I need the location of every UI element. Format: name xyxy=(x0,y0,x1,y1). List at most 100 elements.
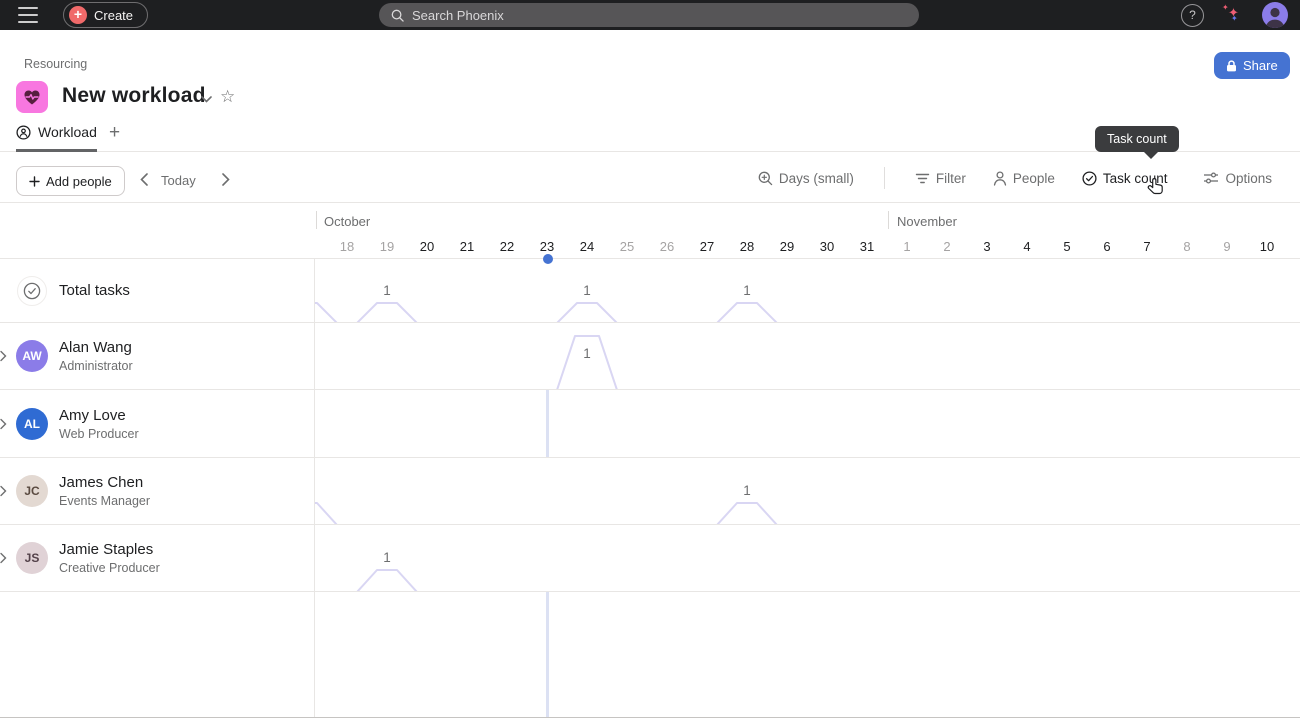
person-avatar[interactable]: JS xyxy=(16,542,48,574)
empty-row xyxy=(0,592,1300,718)
workload-chart-cell[interactable] xyxy=(315,592,1300,717)
task-count-tooltip: Task count xyxy=(1095,126,1179,152)
workload-gauge-icon xyxy=(16,125,31,140)
expand-chevron-icon[interactable] xyxy=(0,418,12,429)
day-label: 22 xyxy=(500,239,514,254)
search-icon xyxy=(391,9,404,22)
plus-icon xyxy=(29,176,40,187)
month-label-november: November xyxy=(897,214,957,229)
favorite-star-icon[interactable]: ☆ xyxy=(220,87,235,107)
filter-label: Filter xyxy=(936,171,966,186)
person-row: AWAlan WangAdministrator1 xyxy=(0,323,1300,390)
day-label: 5 xyxy=(1063,239,1070,254)
day-label: 10 xyxy=(1260,239,1274,254)
task-count-peak xyxy=(557,336,617,389)
day-label: 24 xyxy=(580,239,594,254)
task-count-value: 1 xyxy=(743,483,751,498)
page-title: New workload xyxy=(62,84,206,108)
person-avatar[interactable]: JC xyxy=(16,475,48,507)
project-icon[interactable] xyxy=(16,81,48,113)
task-count-peak xyxy=(357,303,417,322)
day-label: 2 xyxy=(943,239,950,254)
day-label: 25 xyxy=(620,239,634,254)
create-button[interactable]: + Create xyxy=(63,2,148,28)
task-count-value: 1 xyxy=(583,283,591,298)
total-tasks-label: Total tasks xyxy=(59,282,130,299)
user-avatar[interactable] xyxy=(1262,2,1288,28)
toolbar: Add people Today Days (small) Filter Peo… xyxy=(0,152,1300,203)
add-people-button[interactable]: Add people xyxy=(16,166,125,196)
month-label-october: October xyxy=(324,214,370,229)
help-icon[interactable]: ? xyxy=(1181,4,1204,27)
options-button[interactable]: Options xyxy=(1203,164,1272,192)
today-button[interactable]: Today xyxy=(161,173,196,188)
person-role: Events Manager xyxy=(59,494,150,508)
workload-chart-cell[interactable]: 111 xyxy=(315,259,1300,322)
timeline-header: October November 18192021222324252627282… xyxy=(0,203,1300,259)
add-people-label: Add people xyxy=(46,174,112,189)
row-header-cell: ALAmy LoveWeb Producer xyxy=(0,390,315,457)
expand-chevron-icon[interactable] xyxy=(0,486,12,497)
workload-chart-cell[interactable]: 1 xyxy=(315,323,1300,389)
options-label: Options xyxy=(1225,171,1272,186)
hamburger-menu-icon[interactable] xyxy=(18,7,38,23)
topbar-right: ? ✦✦✦ xyxy=(1181,0,1288,30)
day-label: 7 xyxy=(1143,239,1150,254)
task-count-peak xyxy=(315,303,337,322)
row-header-cell: JSJamie StaplesCreative Producer xyxy=(0,525,315,591)
tab-workload[interactable]: Workload xyxy=(16,124,97,152)
month-tick xyxy=(316,211,317,229)
workload-chart-cell[interactable]: 1 xyxy=(315,458,1300,524)
breadcrumb: Resourcing xyxy=(24,57,87,71)
filter-button[interactable]: Filter xyxy=(915,164,966,192)
person-meta: James ChenEvents Manager xyxy=(59,474,150,508)
day-label: 23 xyxy=(540,239,554,254)
next-period-button[interactable] xyxy=(213,166,239,192)
search-input[interactable]: Search Phoenix xyxy=(379,3,919,27)
ai-sparkle-icon[interactable]: ✦✦✦ xyxy=(1222,4,1244,26)
add-tab-button[interactable]: + xyxy=(109,122,120,144)
heart-pulse-icon xyxy=(23,89,41,106)
workload-chart-cell[interactable]: 1 xyxy=(315,525,1300,591)
zoom-level-button[interactable]: Days (small) xyxy=(758,164,854,192)
prev-period-button[interactable] xyxy=(131,166,157,192)
task-count-button[interactable]: Task count xyxy=(1082,164,1168,192)
people-button[interactable]: People xyxy=(993,164,1055,192)
people-label: People xyxy=(1013,171,1055,186)
sliders-icon xyxy=(1203,171,1219,185)
expand-chevron-icon[interactable] xyxy=(0,351,12,362)
summary-row: Total tasks 111 xyxy=(0,259,1300,323)
task-count-peak xyxy=(717,503,777,524)
top-bar: + Create Search Phoenix ? ✦✦✦ xyxy=(0,0,1300,30)
search-placeholder: Search Phoenix xyxy=(412,8,504,23)
day-label: 9 xyxy=(1223,239,1230,254)
today-marker-dot xyxy=(543,254,553,264)
plus-icon: + xyxy=(69,6,87,24)
workload-chart-cell[interactable] xyxy=(315,390,1300,457)
day-label: 27 xyxy=(700,239,714,254)
share-label: Share xyxy=(1243,58,1278,73)
person-avatar[interactable]: AW xyxy=(16,340,48,372)
day-label: 18 xyxy=(340,239,354,254)
expand-chevron-icon[interactable] xyxy=(0,553,12,564)
row-header-cell: Total tasks xyxy=(0,259,315,322)
task-count-peak xyxy=(315,503,337,524)
day-label: 3 xyxy=(983,239,990,254)
zoom-level-label: Days (small) xyxy=(779,171,854,186)
day-label: 6 xyxy=(1103,239,1110,254)
day-label: 28 xyxy=(740,239,754,254)
task-count-peak xyxy=(557,303,617,322)
title-chevron-down-icon[interactable] xyxy=(201,90,212,108)
day-label: 21 xyxy=(460,239,474,254)
person-row: ALAmy LoveWeb Producer xyxy=(0,390,1300,458)
filter-icon xyxy=(915,172,930,185)
person-role: Creative Producer xyxy=(59,561,160,575)
day-label: 29 xyxy=(780,239,794,254)
tab-workload-label: Workload xyxy=(38,124,97,140)
task-count-peak xyxy=(357,570,417,591)
person-avatar[interactable]: AL xyxy=(16,408,48,440)
day-label: 20 xyxy=(420,239,434,254)
day-label: 30 xyxy=(820,239,834,254)
share-button[interactable]: Share xyxy=(1214,52,1290,79)
day-label: 19 xyxy=(380,239,394,254)
